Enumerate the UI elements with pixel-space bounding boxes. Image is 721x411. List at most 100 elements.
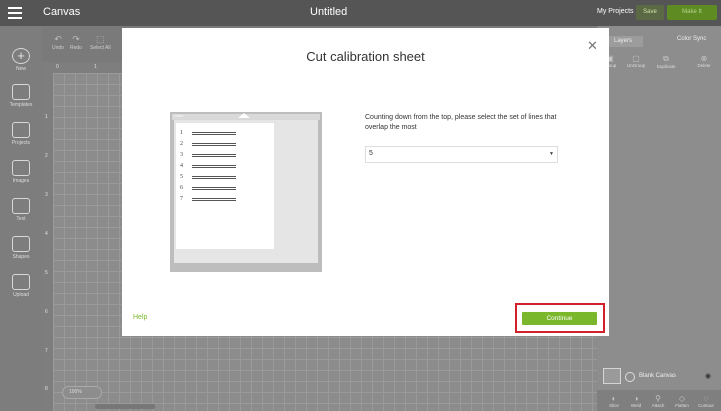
line-number: 7 <box>180 196 183 202</box>
calibration-sheet: 1 2 3 4 5 6 7 <box>176 123 274 249</box>
sidebar-item-text[interactable]: Text <box>0 198 42 222</box>
line-number: 3 <box>180 152 183 158</box>
attach-icon: ⚲ <box>655 394 661 403</box>
attach-label: Attach <box>651 403 665 408</box>
ruler-number: 2 <box>45 153 48 159</box>
weld-icon: ◑ <box>633 394 639 403</box>
flatten-button[interactable]: ◇ Flatten <box>671 394 693 408</box>
left-ruler: 1 2 3 4 5 6 7 8 <box>42 62 53 411</box>
ungroup-icon: ▢ <box>632 54 640 63</box>
line-number: 2 <box>180 141 183 147</box>
flatten-label: Flatten <box>675 403 689 408</box>
slice-button[interactable]: ◐ Slice <box>603 394 625 408</box>
calibration-line: 2 <box>180 141 240 148</box>
tab-color-sync[interactable]: Color Sync <box>677 36 706 42</box>
delete-label: Delete <box>697 63 711 68</box>
sidebar-item-label: Text <box>16 216 26 222</box>
sidebar-item-upload[interactable]: Upload <box>0 274 42 298</box>
tab-layers[interactable]: Layers <box>603 36 643 47</box>
duplicate-label: Duplicate <box>656 64 676 69</box>
calibration-line: 4 <box>180 163 240 170</box>
undo-button[interactable]: ↶ Undo <box>52 34 64 51</box>
my-projects-link[interactable]: My Projects <box>597 8 634 15</box>
sidebar-item-label: Projects <box>11 140 31 146</box>
contour-label: Contour <box>697 403 714 408</box>
line-number: 1 <box>180 130 183 136</box>
ruler-number: 7 <box>45 348 48 354</box>
cutting-mat-illustration: Cricut 1 2 3 4 5 6 7 <box>170 112 322 272</box>
attach-button[interactable]: ⚲ Attach <box>647 394 669 408</box>
calibration-line: 7 <box>180 196 240 203</box>
left-sidebar: + New Templates Projects Images Text Sha… <box>0 26 42 411</box>
sidebar-item-projects[interactable]: Projects <box>0 122 42 146</box>
blank-canvas-toggle[interactable] <box>625 372 635 382</box>
sidebar-item-label: New <box>15 66 26 72</box>
calibration-line: 5 <box>180 174 240 181</box>
hamburger-menu-icon[interactable] <box>8 7 22 19</box>
top-bar: Canvas Untitled My Projects Save Make It <box>0 0 721 26</box>
calibration-line: 3 <box>180 152 240 159</box>
eye-icon[interactable]: ◉ <box>705 372 711 380</box>
plus-circle-icon: + <box>12 48 30 64</box>
document-title[interactable]: Untitled <box>310 6 347 18</box>
contour-button[interactable]: ◌ Contour <box>695 394 717 408</box>
sidebar-item-label: Shapes <box>12 254 30 260</box>
duplicate-icon: ⧉ <box>663 54 669 63</box>
redo-label: Redo <box>70 45 82 51</box>
select-all-button[interactable]: ⬚ Select All <box>90 34 111 51</box>
shirt-icon <box>12 84 30 100</box>
dialog-title: Cut calibration sheet <box>306 49 425 64</box>
chevron-down-icon: ▼ <box>549 151 554 157</box>
horizontal-scrollbar[interactable] <box>95 404 155 409</box>
layer-actions: ▣ Group ▢ UnGroup ⧉ Duplicate ⊗ Delete <box>597 54 721 74</box>
line-set-select[interactable]: 5 ▼ <box>365 146 558 163</box>
slice-label: Slice <box>609 403 619 408</box>
undo-label: Undo <box>52 45 64 51</box>
redo-button[interactable]: ↷ Redo <box>70 34 82 51</box>
sidebar-item-label: Images <box>12 178 30 184</box>
select-all-icon: ⬚ <box>96 34 105 44</box>
app-title: Canvas <box>43 6 81 18</box>
layers-panel: Layers Color Sync ▣ Group ▢ UnGroup ⧉ Dupli… <box>597 26 721 411</box>
redo-icon: ↷ <box>72 34 80 44</box>
ruler-number: 6 <box>45 309 48 315</box>
blank-canvas-label: Blank Canvas <box>639 373 677 379</box>
sidebar-item-images[interactable]: Images <box>0 160 42 184</box>
weld-button[interactable]: ◑ Weld <box>625 394 647 408</box>
duplicate-button[interactable]: ⧉ Duplicate <box>655 54 677 69</box>
calibration-dialog: Cut calibration sheet ✕ Cricut 1 2 3 4 5… <box>122 28 609 336</box>
delete-icon: ⊗ <box>700 54 708 63</box>
projects-icon <box>12 122 30 138</box>
blank-canvas-swatch[interactable] <box>603 368 621 384</box>
calibration-line: 6 <box>180 185 240 192</box>
ungroup-button[interactable]: ▢ UnGroup <box>625 54 647 68</box>
help-link[interactable]: Help <box>133 314 147 321</box>
ruler-number: 1 <box>45 114 48 120</box>
close-icon[interactable]: ✕ <box>587 38 598 54</box>
line-set-value: 5 <box>369 150 373 157</box>
calibration-line: 1 <box>180 130 240 137</box>
shapes-icon <box>12 236 30 252</box>
delete-button[interactable]: ⊗ Delete <box>693 54 715 68</box>
continue-highlight-box <box>515 303 605 333</box>
mat-arrow-icon <box>238 113 250 118</box>
sidebar-item-label: Templates <box>9 102 33 108</box>
line-number: 6 <box>180 185 183 191</box>
mat-brand-label: Cricut <box>174 114 184 118</box>
layers-bottom-actions: ◐ Slice ◑ Weld ⚲ Attach ◇ Flatten ◌ Contour <box>597 390 721 411</box>
save-button[interactable]: Save <box>636 5 664 20</box>
sidebar-item-shapes[interactable]: Shapes <box>0 236 42 260</box>
ruler-number: 1 <box>94 64 97 70</box>
make-it-button[interactable]: Make It <box>667 5 717 20</box>
ungroup-label: UnGroup <box>626 63 646 68</box>
zoom-control[interactable]: 100% <box>62 386 102 399</box>
contour-icon: ◌ <box>703 394 709 403</box>
sidebar-item-new[interactable]: + New <box>0 48 42 72</box>
select-all-label: Select All <box>90 45 111 51</box>
image-icon <box>12 160 30 176</box>
line-number: 4 <box>180 163 183 169</box>
sidebar-item-templates[interactable]: Templates <box>0 84 42 108</box>
upload-icon <box>12 274 30 290</box>
text-icon <box>12 198 30 214</box>
calibration-question: Counting down from the top, please selec… <box>365 114 557 131</box>
